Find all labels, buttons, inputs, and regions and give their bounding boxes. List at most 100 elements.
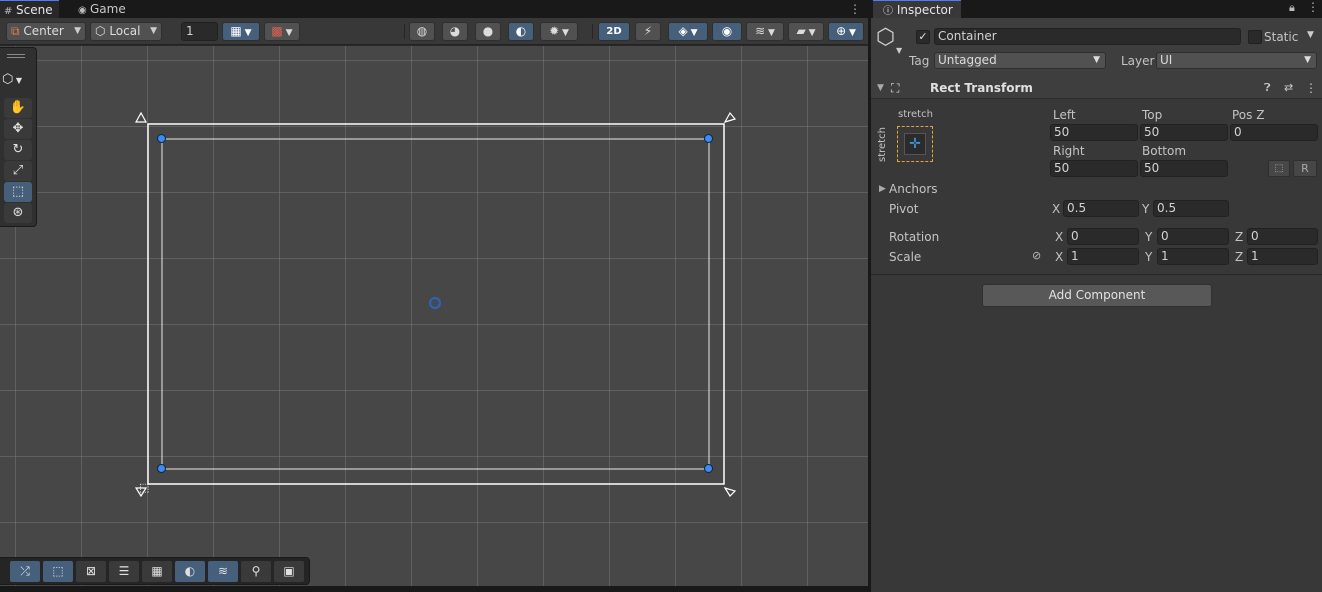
hand-icon: ✋ bbox=[9, 100, 27, 115]
gizmos-dropdown[interactable]: ⊕ ▼ bbox=[828, 22, 864, 41]
overlay-shuffle-button[interactable]: ⤮ bbox=[10, 561, 40, 582]
add-component-button[interactable]: Add Component bbox=[982, 284, 1212, 307]
posz-field[interactable]: 0 bbox=[1230, 124, 1318, 141]
tab-scene[interactable]: # Scene bbox=[0, 0, 59, 18]
shaded-button[interactable]: ● bbox=[475, 22, 501, 41]
snap-icon: ▩ bbox=[271, 24, 283, 38]
camera-settings-dropdown[interactable]: ▰ ▼ bbox=[788, 22, 824, 41]
scale-x-field[interactable]: 1 bbox=[1067, 248, 1139, 265]
palette-grip[interactable] bbox=[7, 54, 25, 55]
active-checkbox[interactable]: ✓ bbox=[916, 30, 930, 44]
rect-transform-header[interactable]: ▼ ⛶ Rect Transform ❓︎ ⇄ ⋮ bbox=[871, 79, 1322, 99]
pivot-rotation-dropdown[interactable]: ⬡ Local ▼ bbox=[90, 22, 162, 41]
pivot-x-field[interactable]: 0.5 bbox=[1063, 200, 1139, 217]
chevron-down-icon: ▼ bbox=[282, 28, 293, 38]
tab-game[interactable]: ◉ Game bbox=[74, 0, 132, 18]
resize-handle-top-right[interactable] bbox=[704, 134, 713, 143]
rect-tool-icon: ⬚ bbox=[11, 184, 25, 199]
eye-icon: ◉ bbox=[721, 24, 733, 38]
bottom-label: Bottom bbox=[1142, 144, 1187, 158]
view-options-dropdown[interactable]: ⬡ ▼ bbox=[2, 72, 34, 90]
constrain-proportions-link-icon[interactable]: ⊘ bbox=[1032, 249, 1041, 262]
top-field[interactable]: 50 bbox=[1140, 124, 1228, 141]
layers-dropdown[interactable]: ≋ ▼ bbox=[746, 22, 784, 41]
resize-handle-top-left[interactable] bbox=[157, 134, 166, 143]
anchor-preset-top-label: stretch bbox=[898, 109, 933, 120]
top-label: Top bbox=[1142, 108, 1163, 122]
overlay-camera-button[interactable]: ▣ bbox=[274, 561, 304, 582]
shaded-wireframe-icon: ◕ bbox=[449, 24, 461, 38]
preset-sliders-icon[interactable]: ⇄ bbox=[1284, 81, 1293, 94]
chevron-down-icon: ▼ bbox=[150, 26, 157, 36]
right-field[interactable]: 50 bbox=[1050, 160, 1138, 177]
rect-tool-button[interactable]: ⬚ bbox=[4, 182, 32, 202]
layers-icon: ◈ bbox=[678, 24, 688, 38]
debug-draw-mode-dropdown[interactable]: ✹ ▼ bbox=[540, 22, 578, 41]
move-tool-button[interactable]: ✥ bbox=[4, 119, 32, 139]
scale-y-field[interactable]: 1 bbox=[1157, 248, 1229, 265]
grid-snap-input[interactable]: 1 bbox=[181, 22, 218, 41]
bottom-field[interactable]: 50 bbox=[1140, 160, 1228, 177]
search-icon: ⚲ bbox=[251, 564, 261, 578]
transform-tool-button[interactable]: ⊛ bbox=[4, 203, 32, 223]
overlay-search-button[interactable]: ⚲ bbox=[241, 561, 271, 582]
moon-icon: ◐ bbox=[515, 24, 527, 38]
lock-icon[interactable]: 🔒︎ bbox=[1289, 1, 1295, 15]
rotation-x-field[interactable]: 0 bbox=[1067, 228, 1139, 245]
rotate-tool-button[interactable]: ↻ bbox=[4, 140, 32, 160]
shaded-wireframe-button[interactable]: ◕ bbox=[442, 22, 468, 41]
tag-dropdown[interactable]: Untagged ▼ bbox=[934, 52, 1106, 69]
static-chevron-down-icon[interactable]: ▼ bbox=[1307, 30, 1314, 40]
tool-palette: ⬡ ▼ ✋ ✥ ↻ ⤢ ⬚ ⊛ bbox=[0, 47, 37, 227]
scale-z-field[interactable]: 1 bbox=[1247, 248, 1318, 265]
hidden-objects-toggle[interactable]: ◉ bbox=[712, 22, 742, 41]
help-icon[interactable]: ❓︎ bbox=[1264, 81, 1271, 95]
posz-label: Pos Z bbox=[1232, 108, 1265, 122]
layer-dropdown[interactable]: UI ▼ bbox=[1156, 52, 1317, 69]
blueprint-mode-button[interactable]: ⬚ bbox=[1268, 160, 1290, 177]
pivot-handle[interactable] bbox=[429, 297, 441, 309]
scale-tool-button[interactable]: ⤢ bbox=[4, 161, 32, 181]
rect-select-icon: ⬚ bbox=[52, 564, 64, 578]
rotation-y-field[interactable]: 0 bbox=[1157, 228, 1229, 245]
toolbar-separator bbox=[404, 24, 405, 39]
anchor-top-right bbox=[723, 111, 737, 123]
hand-tool-button[interactable]: ✋ bbox=[4, 98, 32, 118]
scene-kebab-menu-icon[interactable]: ⋮ bbox=[848, 0, 862, 18]
tab-inspector[interactable]: ⓘ Inspector bbox=[873, 0, 961, 18]
toggle-2d-button[interactable]: 2D bbox=[598, 22, 630, 41]
resize-handle-bottom-right[interactable] bbox=[704, 464, 713, 473]
chevron-down-icon: ▼ bbox=[241, 28, 252, 38]
object-name-field[interactable]: Container bbox=[934, 28, 1241, 45]
resize-handle-bottom-left[interactable] bbox=[157, 464, 166, 473]
anchor-preset-button[interactable]: ✛ bbox=[897, 126, 933, 162]
pivot-mode-dropdown[interactable]: ⧉ Center ▼ bbox=[6, 22, 86, 41]
left-field[interactable]: 50 bbox=[1050, 124, 1138, 141]
rotation-z-field[interactable]: 0 bbox=[1247, 228, 1318, 245]
anchors-foldout-arrow-icon[interactable]: ▶ bbox=[879, 184, 886, 194]
inspector-panel: ⓘ Inspector 🔒︎ ⋮ ⬡ ▼ ✓ Container Static … bbox=[871, 0, 1322, 592]
chevron-down-icon[interactable]: ▼ bbox=[896, 46, 902, 55]
wireframe-shading-button[interactable]: ◍ bbox=[409, 22, 435, 41]
lighting-toggle[interactable]: ⚡ bbox=[635, 22, 661, 41]
static-checkbox[interactable] bbox=[1248, 30, 1262, 44]
overlay-sliders-button[interactable]: ☰ bbox=[109, 561, 139, 582]
foldout-arrow-icon[interactable]: ▼ bbox=[877, 83, 884, 93]
snap-increment-dropdown[interactable]: ▩ ▼ bbox=[264, 22, 300, 41]
anchor-top-left bbox=[134, 111, 148, 123]
scene-viewport[interactable]: ⬚ bbox=[0, 46, 868, 586]
anchors-foldout[interactable]: Anchors bbox=[889, 182, 938, 196]
component-kebab-menu-icon[interactable]: ⋮ bbox=[1305, 81, 1317, 95]
overlay-layers-button[interactable]: ≋ bbox=[208, 561, 238, 582]
overlay-orientation-button[interactable]: ◐ bbox=[175, 561, 205, 582]
info-icon: ⓘ bbox=[883, 6, 893, 17]
overlay-grid-button[interactable]: ▦ bbox=[142, 561, 172, 582]
grid-visibility-toggle[interactable]: ▦ ▼ bbox=[222, 22, 260, 41]
pivot-y-field[interactable]: 0.5 bbox=[1153, 200, 1229, 217]
scene-visibility-dropdown[interactable]: ◈ ▼ bbox=[668, 22, 708, 41]
overlay-ui-toolkit-button[interactable]: ⊠ bbox=[76, 561, 106, 582]
unlit-button[interactable]: ◐ bbox=[508, 22, 534, 41]
raw-edit-button[interactable]: R bbox=[1293, 160, 1317, 177]
overlay-rect-button[interactable]: ⬚ bbox=[43, 561, 73, 582]
inspector-kebab-menu-icon[interactable]: ⋮ bbox=[1307, 0, 1319, 14]
